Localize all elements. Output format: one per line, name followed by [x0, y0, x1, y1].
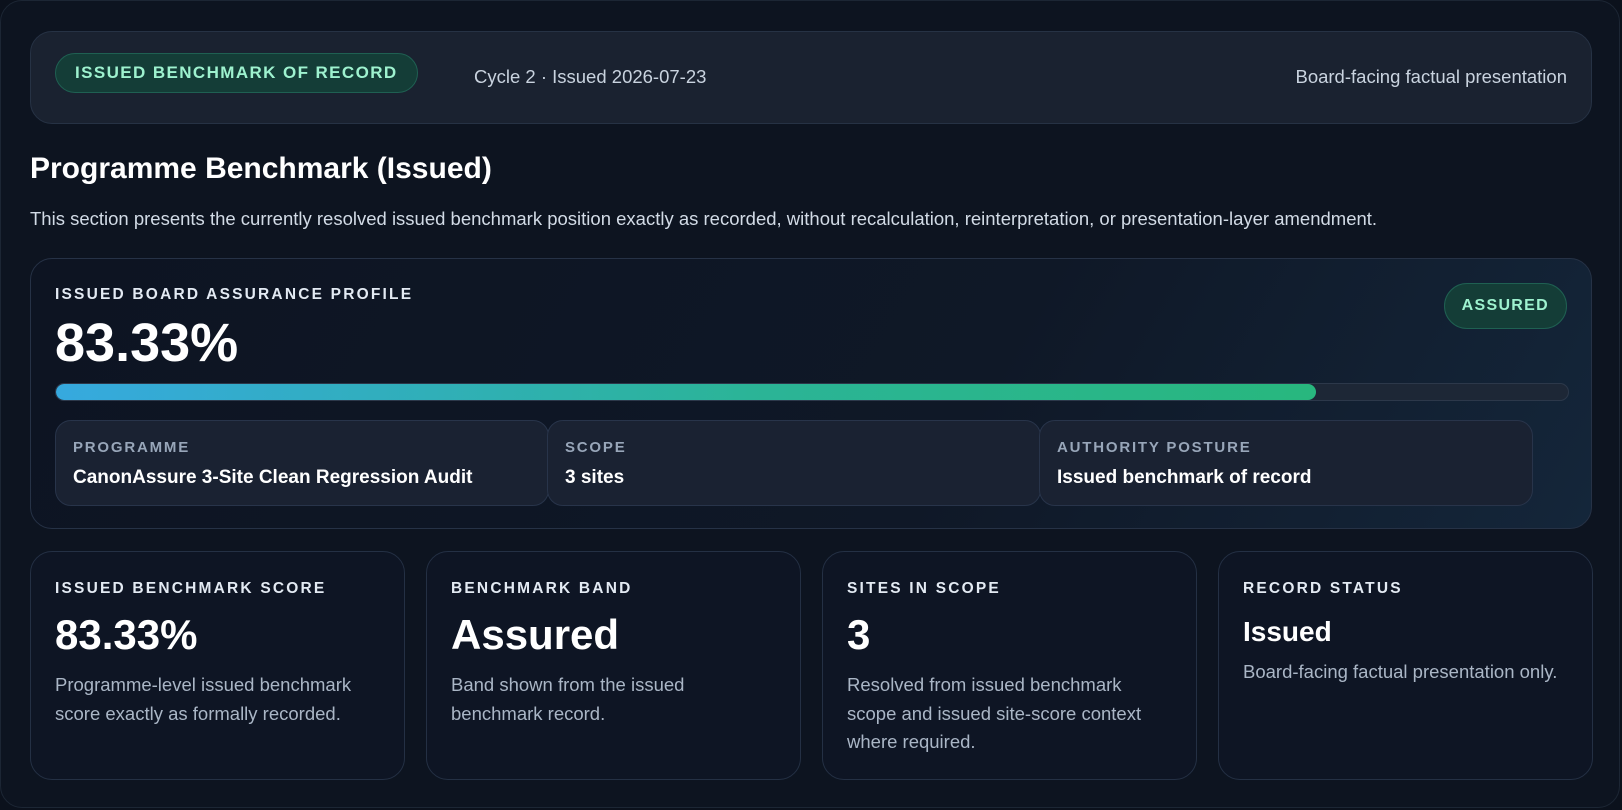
- stat-label: RECORD STATUS: [1243, 580, 1403, 597]
- stat-value: Assured: [451, 611, 620, 658]
- stat-card-record-status: RECORD STATUS Issued Board-facing factua…: [1218, 551, 1593, 780]
- record-status-badge: ISSUED BENCHMARK OF RECORD: [55, 53, 418, 93]
- stat-value: 83.33%: [55, 611, 198, 658]
- stat-value: 3: [847, 611, 871, 658]
- stat-description: Resolved from issued benchmark scope and…: [847, 674, 1142, 752]
- assured-status-badge: ASSURED: [1443, 283, 1567, 329]
- stat-label: ISSUED BENCHMARK SCORE: [55, 580, 327, 597]
- cycle-info: Cycle 2 · Issued 2026-07-23: [474, 66, 707, 87]
- stat-description: Board-facing factual presentation only.: [1243, 661, 1558, 682]
- app-frame: ISSUED BENCHMARK OF RECORD Cycle 2 · Iss…: [0, 0, 1620, 808]
- stat-card-benchmark-band: BENCHMARK BAND Assured Band shown from t…: [426, 551, 801, 780]
- stat-label: BENCHMARK BAND: [451, 580, 633, 597]
- header-bar: ISSUED BENCHMARK OF RECORD Cycle 2 · Iss…: [30, 31, 1592, 124]
- page-description: This section presents the currently reso…: [30, 208, 1378, 229]
- stat-card-sites-in-scope: SITES IN SCOPE 3 Resolved from issued be…: [822, 551, 1197, 780]
- profile-label: ISSUED BOARD ASSURANCE PROFILE: [55, 286, 414, 303]
- score-progress-bar: [55, 383, 1569, 401]
- stat-description: Programme-level issued benchmark score e…: [55, 674, 352, 724]
- stat-label: SITES IN SCOPE: [847, 580, 1001, 597]
- page-title: Programme Benchmark (Issued): [30, 152, 492, 185]
- assurance-profile-card: ISSUED BOARD ASSURANCE PROFILE 83.33% AS…: [30, 258, 1592, 529]
- authority-posture-card: AUTHORITY POSTURE Issued benchmark of re…: [1039, 420, 1533, 506]
- scope-detail-card: SCOPE 3 sites: [547, 420, 1041, 506]
- programme-detail-card: PROGRAMME CanonAssure 3-Site Clean Regre…: [55, 420, 549, 506]
- scope-label: SCOPE: [565, 439, 627, 456]
- score-progress-fill: [56, 384, 1316, 400]
- scope-value: 3 sites: [565, 467, 625, 488]
- stat-card-benchmark-score: ISSUED BENCHMARK SCORE 83.33% Programme-…: [30, 551, 405, 780]
- authority-posture-value: Issued benchmark of record: [1057, 467, 1312, 488]
- presentation-note: Board-facing factual presentation: [1295, 66, 1567, 87]
- authority-posture-label: AUTHORITY POSTURE: [1057, 439, 1252, 456]
- stat-value: Issued: [1243, 616, 1332, 647]
- stat-description: Band shown from the issued benchmark rec…: [451, 674, 685, 724]
- programme-label: PROGRAMME: [73, 439, 191, 456]
- programme-value: CanonAssure 3-Site Clean Regression Audi…: [73, 467, 473, 488]
- profile-score: 83.33%: [55, 313, 239, 373]
